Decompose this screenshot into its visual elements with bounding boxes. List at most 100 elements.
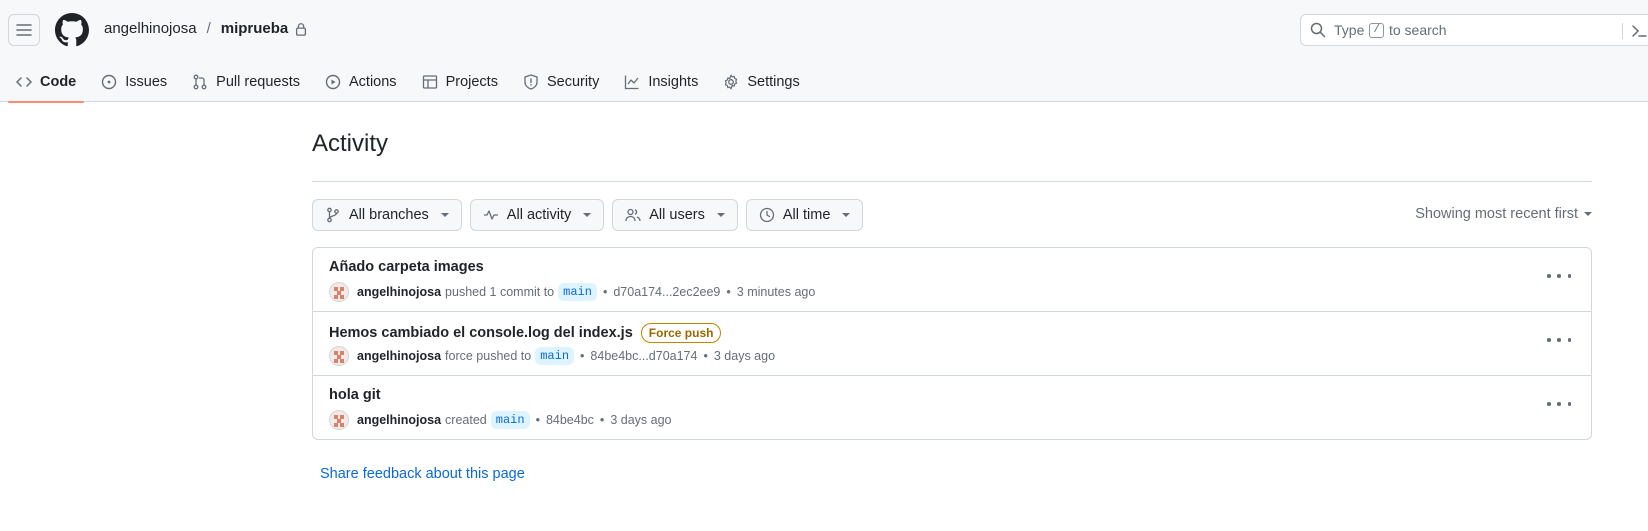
activity-meta: angelhinojosa created main • 84be4bc • 3… xyxy=(329,410,671,430)
caret-down-icon xyxy=(440,213,449,217)
activity-list: Añado carpeta images angelhinojosa pushe… xyxy=(312,247,1592,440)
activity-row: Hemos cambiado el console.log del index.… xyxy=(313,312,1591,376)
activity-meta: angelhinojosa force pushed to main • 84b… xyxy=(329,346,775,366)
separator-dot: • xyxy=(599,413,605,427)
issue-icon xyxy=(102,74,117,90)
tab-insights[interactable]: Insights xyxy=(616,62,706,102)
tab-security[interactable]: Security xyxy=(515,62,607,102)
branch-label[interactable]: main xyxy=(490,411,530,429)
breadcrumb-owner-link[interactable]: angelhinojosa xyxy=(104,20,197,37)
tab-code[interactable]: Code xyxy=(8,62,85,103)
kebab-menu-icon[interactable] xyxy=(1547,332,1571,348)
activity-action: force pushed to xyxy=(445,349,532,363)
tab-label: Insights xyxy=(648,74,699,90)
tab-label: Security xyxy=(546,74,600,90)
title-divider xyxy=(312,181,1592,182)
activity-row: Añado carpeta images angelhinojosa pushe… xyxy=(313,248,1591,312)
people-icon xyxy=(625,208,641,222)
branch-label[interactable]: main xyxy=(558,283,597,301)
caret-down-icon xyxy=(842,213,851,217)
activity-title-row: Hemos cambiado el console.log del index.… xyxy=(329,323,722,343)
breadcrumb-separator: / xyxy=(206,20,211,37)
search-icon xyxy=(1310,22,1326,38)
activity-user-link[interactable]: angelhinojosa xyxy=(357,413,441,427)
kebab-menu-icon[interactable] xyxy=(1547,268,1571,284)
kebab-menu-icon[interactable] xyxy=(1547,396,1571,412)
search-input[interactable]: Type / to search xyxy=(1300,14,1648,46)
app-header: angelhinojosa / miprueba Type / to searc… xyxy=(0,0,1648,103)
separator-dot: • xyxy=(726,285,731,299)
search-placeholder-suffix: to search xyxy=(1388,22,1447,38)
breadcrumb: angelhinojosa / miprueba xyxy=(104,20,308,37)
caret-down-icon xyxy=(716,213,725,217)
avatar[interactable] xyxy=(329,410,349,430)
activity-title[interactable]: Añado carpeta images xyxy=(329,259,484,275)
activity-user-link[interactable]: angelhinojosa xyxy=(357,349,441,363)
avatar[interactable] xyxy=(329,282,349,302)
commit-range-link[interactable]: 84be4bc...d70a174 xyxy=(590,349,697,363)
breadcrumb-repo-link[interactable]: miprueba xyxy=(221,20,289,37)
pull-request-icon xyxy=(193,74,207,90)
activity-user-link[interactable]: angelhinojosa xyxy=(357,285,441,299)
activity-action: pushed 1 commit to xyxy=(445,285,555,299)
activity-filters: All branches All activity All users All … xyxy=(312,199,864,231)
avatar[interactable] xyxy=(329,346,349,366)
share-feedback-link[interactable]: Share feedback about this page xyxy=(320,466,525,482)
tab-pull-requests[interactable]: Pull requests xyxy=(184,62,308,102)
tab-label: Settings xyxy=(747,74,800,90)
activity-title-row: Añado carpeta images xyxy=(329,259,484,275)
sort-order-button[interactable]: Showing most recent first xyxy=(1415,206,1592,222)
activity-filter-label: All activity xyxy=(506,207,572,223)
repo-tabs: Code Issues Pull requests Actions Projec… xyxy=(8,62,817,103)
tab-projects[interactable]: Projects xyxy=(414,62,506,102)
activity-meta: angelhinojosa pushed 1 commit to main • … xyxy=(329,282,815,302)
branches-filter-label: All branches xyxy=(349,207,429,223)
activity-title-row: hola git xyxy=(329,387,381,403)
shield-icon xyxy=(524,74,538,90)
table-icon xyxy=(422,75,437,89)
play-icon xyxy=(325,74,341,90)
search-placeholder-prefix: Type xyxy=(1334,22,1365,38)
tab-label: Pull requests xyxy=(216,74,300,90)
tab-label: Code xyxy=(40,74,77,90)
gear-icon xyxy=(725,74,738,90)
menu-button[interactable] xyxy=(8,14,40,46)
activity-filter-button[interactable]: All activity xyxy=(469,199,605,231)
separator-dot: • xyxy=(602,285,608,299)
separator-dot: • xyxy=(703,349,708,363)
time-filter-button[interactable]: All time xyxy=(745,199,864,231)
commit-link[interactable]: 84be4bc xyxy=(546,413,594,427)
users-filter-button[interactable]: All users xyxy=(612,199,738,231)
force-push-badge: Force push xyxy=(640,323,722,343)
tab-settings[interactable]: Settings xyxy=(715,62,807,102)
separator-dot: • xyxy=(535,413,540,427)
search-shortcut-key: / xyxy=(1369,22,1384,38)
tab-label: Projects xyxy=(445,74,498,90)
branch-icon xyxy=(327,207,339,223)
commit-range-link[interactable]: d70a174...2ec2ee9 xyxy=(613,285,720,299)
tab-issues[interactable]: Issues xyxy=(93,62,175,102)
activity-timestamp: 3 days ago xyxy=(610,413,672,427)
activity-row: hola git angelhinojosa created main • 84… xyxy=(313,376,1591,439)
code-icon xyxy=(16,77,32,87)
page-title: Activity xyxy=(312,130,389,157)
time-filter-label: All time xyxy=(782,207,831,223)
github-logo-icon[interactable] xyxy=(55,13,89,47)
tab-actions[interactable]: Actions xyxy=(317,62,405,102)
activity-title[interactable]: Hemos cambiado el console.log del index.… xyxy=(329,325,633,341)
caret-down-icon xyxy=(1584,212,1592,216)
hamburger-icon xyxy=(16,24,32,36)
caret-down-icon xyxy=(583,213,592,217)
sort-order-label: Showing most recent first xyxy=(1415,206,1578,222)
graph-icon xyxy=(625,75,639,90)
command-palette-icon[interactable] xyxy=(1622,23,1648,39)
activity-timestamp: 3 minutes ago xyxy=(736,285,816,299)
clock-icon xyxy=(759,207,775,223)
users-filter-label: All users xyxy=(649,207,705,223)
branches-filter-button[interactable]: All branches xyxy=(312,199,462,231)
lock-icon xyxy=(296,22,307,36)
activity-title[interactable]: hola git xyxy=(329,387,381,403)
pulse-icon xyxy=(483,210,498,220)
branch-label[interactable]: main xyxy=(535,347,575,365)
tab-label: Issues xyxy=(125,74,168,90)
